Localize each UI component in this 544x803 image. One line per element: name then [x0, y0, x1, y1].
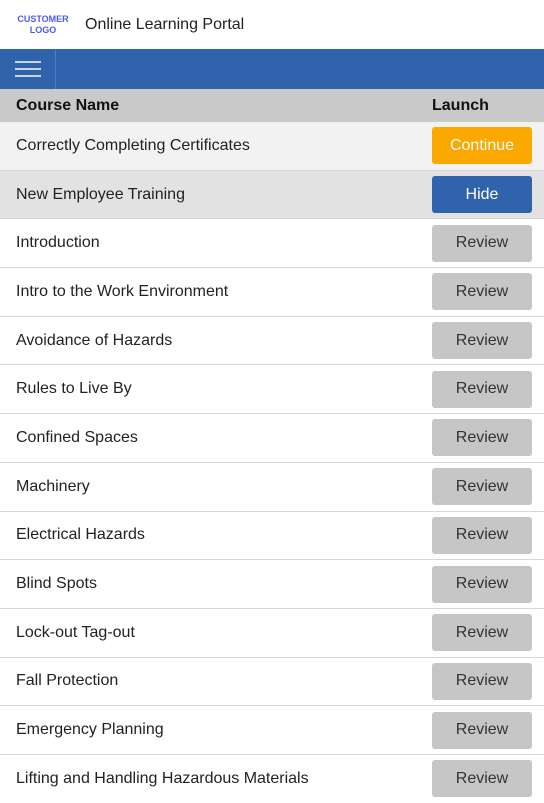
customer-logo: CUSTOMER LOGO [15, 14, 71, 36]
hamburger-menu-icon[interactable] [0, 49, 56, 89]
table-header: Course Name Launch [0, 89, 544, 122]
review-button[interactable]: Review [432, 370, 532, 408]
course-group-row: New Employee Training Hide [0, 170, 544, 220]
module-name: Lock-out Tag-out [16, 623, 135, 641]
module-name: Introduction [16, 234, 100, 252]
module-name: Machinery [16, 477, 90, 495]
review-button[interactable]: Review [432, 322, 532, 360]
review-button[interactable]: Review [432, 419, 532, 457]
module-name: Fall Protection [16, 672, 119, 690]
module-list: Introduction Review Intro to the Work Envi… [0, 219, 544, 803]
navbar [0, 49, 544, 89]
logo-line-1: CUSTOMER [17, 13, 69, 24]
review-button[interactable]: Review [432, 614, 532, 652]
review-button[interactable]: Review [432, 468, 532, 506]
review-button[interactable]: Review [432, 711, 532, 749]
review-button[interactable]: Review [432, 516, 532, 554]
logo-line-2: LOGO [29, 24, 57, 35]
column-header-launch: Launch [432, 96, 489, 114]
header: CUSTOMER LOGO Online Learning Portal [0, 0, 544, 49]
hide-button[interactable]: Hide [432, 176, 532, 214]
module-name: Lifting and Handling Hazardous Materials [16, 769, 309, 787]
review-button[interactable]: Review [432, 224, 532, 262]
module-row: Electrical Hazards Review [0, 511, 544, 561]
review-button[interactable]: Review [432, 760, 532, 798]
module-row: Machinery Review [0, 462, 544, 512]
module-row: Rules to Live By Review [0, 365, 544, 415]
module-name: Emergency Planning [16, 721, 164, 739]
module-row: Intro to the Work Environment Review [0, 268, 544, 317]
module-name: Intro to the Work Environment [16, 282, 229, 300]
review-button[interactable]: Review [432, 273, 532, 311]
module-row: Emergency Planning Review [0, 706, 544, 755]
portal-title: Online Learning Portal [85, 15, 245, 33]
module-row: Blind Spots Review [0, 560, 544, 609]
module-row: Fall Protection Review [0, 657, 544, 707]
module-name: Avoidance of Hazards [16, 331, 173, 349]
module-row: Introduction Review [0, 219, 544, 269]
module-row: Lock-out Tag-out Review [0, 608, 544, 658]
column-header-course-name: Course Name [16, 96, 120, 114]
course-name: Correctly Completing Certificates [16, 136, 250, 154]
continue-button[interactable]: Continue [432, 127, 532, 165]
course-group-name: New Employee Training [16, 185, 185, 203]
module-row: Avoidance of Hazards Review [0, 316, 544, 366]
module-row: Confined Spaces Review [0, 414, 544, 463]
module-name: Rules to Live By [16, 380, 132, 398]
module-name: Confined Spaces [16, 428, 138, 446]
review-button[interactable]: Review [432, 662, 532, 700]
module-name: Electrical Hazards [16, 526, 145, 544]
current-course-row: Correctly Completing Certificates Contin… [0, 122, 544, 171]
module-row: Lifting and Handling Hazardous Materials… [0, 754, 544, 803]
module-name: Blind Spots [16, 575, 97, 593]
review-button[interactable]: Review [432, 565, 532, 603]
